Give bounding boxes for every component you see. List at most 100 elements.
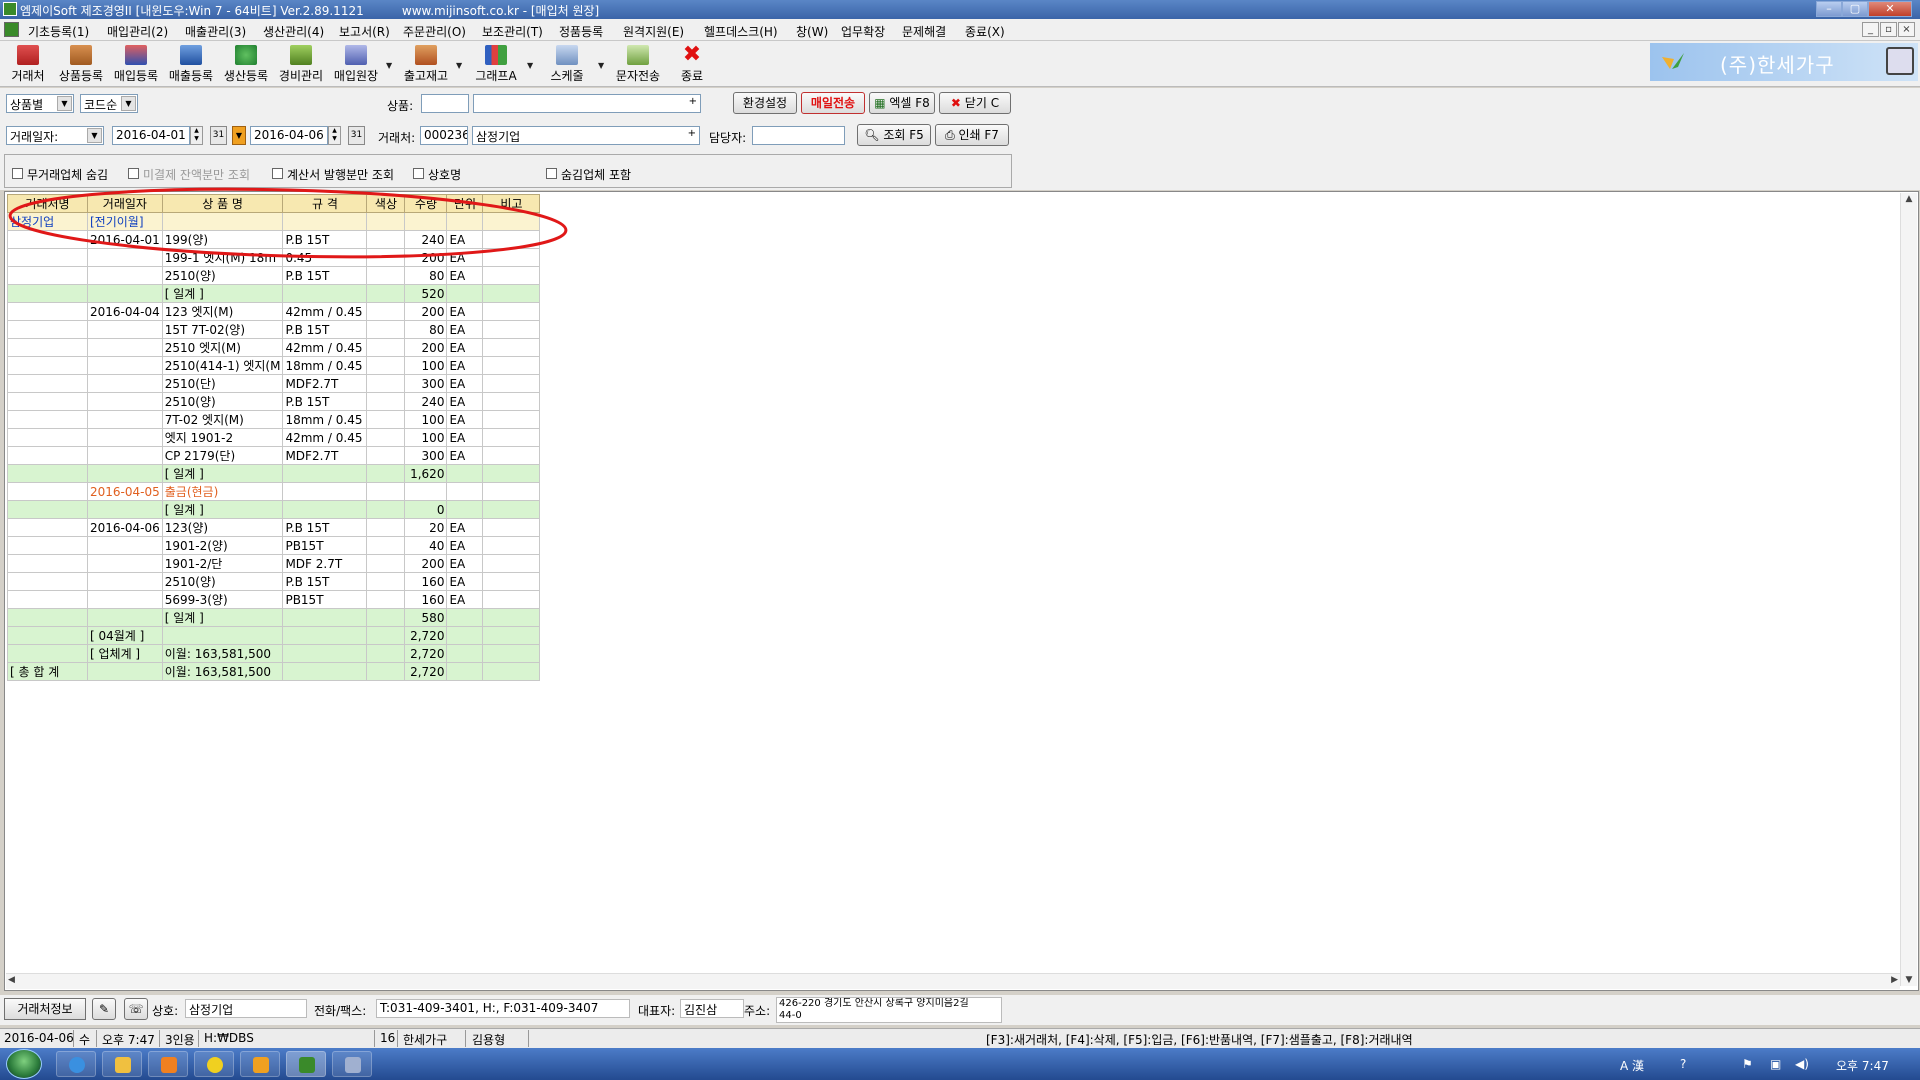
menu-remote[interactable]: 원격지원(E) <box>623 23 684 40</box>
menu-basic[interactable]: 기초등록(1) <box>28 23 89 40</box>
date-from-input[interactable]: 2016-04-01 <box>112 126 190 145</box>
toolbar-schedule-button[interactable]: 스케줄 <box>541 43 593 85</box>
taskbar-remote[interactable] <box>332 1051 372 1077</box>
taskbar-ie[interactable] <box>56 1051 96 1077</box>
table-row[interactable]: 15T 7T-02(양) P.B 15T 80 EA <box>7 320 541 339</box>
client-name-input[interactable]: 삼정기업 + <box>472 126 700 145</box>
ime-indicator[interactable]: A 漢 <box>1620 1057 1644 1074</box>
table-row[interactable]: 2510(양) P.B 15T 160 EA <box>7 572 541 591</box>
group-by-select[interactable]: 상품별 ▼ <box>6 94 74 113</box>
table-row[interactable]: 2510(단) MDF2.7T 300 EA <box>7 374 541 393</box>
help-tray-icon[interactable]: ? <box>1680 1057 1686 1071</box>
table-row[interactable]: [ 일계 ] 0 <box>7 500 541 519</box>
start-button[interactable] <box>6 1049 42 1079</box>
close-button[interactable]: ✕ <box>1868 1 1912 17</box>
table-row[interactable]: 2510(양) P.B 15T 240 EA <box>7 392 541 411</box>
table-row[interactable]: 2510 엣지(M) 42mm / 0.45 200 EA <box>7 338 541 357</box>
mdi-minimize-button[interactable]: _ <box>1862 22 1879 37</box>
table-row[interactable]: [ 총 합 계 이월: 163,581,500 2,720 <box>7 662 541 681</box>
edit-client-icon[interactable]: ✎ <box>92 998 116 1020</box>
vertical-scrollbar[interactable]: ▲ ▼ <box>1900 193 1917 986</box>
table-row[interactable]: 7T-02 엣지(M) 18mm / 0.45 100 EA <box>7 410 541 429</box>
menu-purchase[interactable]: 매입관리(2) <box>107 23 168 40</box>
date-from-spinner[interactable]: ▲ ▼ <box>190 126 203 145</box>
menu-sales[interactable]: 매출관리(3) <box>185 23 246 40</box>
toolbar-exit-button[interactable]: ✖ 종료 <box>666 43 718 85</box>
mdi-close-button[interactable]: × <box>1898 22 1915 37</box>
print-button[interactable]: ⎙ 인쇄 F7 <box>935 124 1009 146</box>
mdi-restore-button[interactable]: ▫ <box>1880 22 1897 37</box>
table-row[interactable]: [ 업체계 ] 이월: 163,581,500 2,720 <box>7 644 541 663</box>
flag-tray-icon[interactable]: ⚑ <box>1742 1057 1753 1071</box>
table-row[interactable]: 1901-2(양) PB15T 40 EA <box>7 536 541 555</box>
product-code-input[interactable] <box>421 94 469 113</box>
taskbar-media[interactable] <box>148 1051 188 1077</box>
order-by-select[interactable]: 코드순 ▼ <box>80 94 138 113</box>
taskbar-app[interactable] <box>240 1051 280 1077</box>
table-row[interactable]: [ 일계 ] 1,620 <box>7 464 541 483</box>
include-hidden-checkbox[interactable] <box>546 168 557 179</box>
business-name-checkbox[interactable] <box>413 168 424 179</box>
client-code-input[interactable]: 000236 <box>420 126 468 145</box>
toolbar-stock-button[interactable]: 출고재고 <box>400 43 452 85</box>
menu-troubleshoot[interactable]: 문제해결 <box>902 23 946 40</box>
date-type-select[interactable]: 거래일자: ▼ <box>6 126 104 145</box>
menu-helpdesk[interactable]: 헬프데스크(H) <box>704 23 778 40</box>
table-row[interactable]: 2510(양) P.B 15T 80 EA <box>7 266 541 285</box>
hide-inactive-checkbox[interactable] <box>12 168 23 179</box>
table-row[interactable]: 2016-04-06 123(양) P.B 15T 20 EA <box>7 518 541 537</box>
manager-input[interactable] <box>752 126 845 145</box>
menu-license[interactable]: 정품등록 <box>559 23 603 40</box>
table-row[interactable]: 2016-04-05 출금(현금) <box>7 482 541 501</box>
ledger-dropdown-arrow[interactable]: ▼ <box>386 61 392 70</box>
toolbar-sales-button[interactable]: 매출등록 <box>165 43 217 85</box>
network-tray-icon[interactable]: ▣ <box>1770 1057 1781 1071</box>
table-row[interactable]: 2016-04-04 123 엣지(M) 42mm / 0.45 200 EA <box>7 302 541 321</box>
table-row[interactable]: CP 2179(단) MDF2.7T 300 EA <box>7 446 541 465</box>
toolbar-client-button[interactable]: 거래처 <box>2 43 54 85</box>
toolbar-sms-button[interactable]: 문자전송 <box>612 43 664 85</box>
taskbar-chat[interactable] <box>194 1051 234 1077</box>
menu-production[interactable]: 생산관리(4) <box>263 23 324 40</box>
taskbar-explorer[interactable] <box>102 1051 142 1077</box>
toolbar-ledger-button[interactable]: 매입원장 <box>330 43 382 85</box>
table-row[interactable]: [ 일계 ] 520 <box>7 284 541 303</box>
table-row[interactable]: [ 04월계 ] 2,720 <box>7 626 541 645</box>
menu-order[interactable]: 주문관리(O) <box>403 23 466 40</box>
menu-aux[interactable]: 보조관리(T) <box>482 23 543 40</box>
toolbar-product-button[interactable]: 상품등록 <box>55 43 107 85</box>
calendar-from-icon[interactable]: 31 <box>210 126 227 145</box>
menu-window[interactable]: 창(W) <box>796 23 828 40</box>
schedule-dropdown-arrow[interactable]: ▼ <box>598 61 604 70</box>
maximize-button[interactable]: ▢ <box>1842 1 1868 17</box>
product-name-input[interactable]: + <box>473 94 701 113</box>
close-window-button[interactable]: ✖ 닫기 C <box>939 92 1011 114</box>
toolbar-graph-button[interactable]: 그래프A <box>470 43 522 85</box>
date-to-spinner[interactable]: ▲ ▼ <box>328 126 341 145</box>
env-settings-button[interactable]: 환경설정 <box>733 92 797 114</box>
invoice-only-checkbox[interactable] <box>272 168 283 179</box>
toolbar-expense-button[interactable]: 경비관리 <box>275 43 327 85</box>
search-button[interactable]: 🔍︎ 조회 F5 <box>857 124 931 146</box>
table-row[interactable]: 5699-3(양) PB15T 160 EA <box>7 590 541 609</box>
menu-extend[interactable]: 업무확장 <box>841 23 885 40</box>
stock-dropdown-arrow[interactable]: ▼ <box>456 61 462 70</box>
graph-dropdown-arrow[interactable]: ▼ <box>527 61 533 70</box>
toolbar-production-button[interactable]: 생산등록 <box>220 43 272 85</box>
client-list-icon[interactable]: ☏ <box>124 998 148 1020</box>
taskbar-erp[interactable] <box>286 1051 326 1077</box>
horizontal-scrollbar[interactable]: ◀ ▶ <box>6 973 1900 989</box>
table-row[interactable]: 1901-2/단 MDF 2.7T 200 EA <box>7 554 541 573</box>
table-row[interactable]: 엣지 1901-2 42mm / 0.45 100 EA <box>7 428 541 447</box>
taskbar-clock[interactable]: 오후 7:47 <box>1836 1057 1889 1074</box>
excel-button[interactable]: ▦ 엑셀 F8 <box>869 92 935 114</box>
toolbar-purchase-button[interactable]: 매입등록 <box>110 43 162 85</box>
client-info-button[interactable]: 거래처정보 <box>4 998 86 1020</box>
menu-exit[interactable]: 종료(X) <box>965 23 1005 40</box>
table-row[interactable]: [ 일계 ] 580 <box>7 608 541 627</box>
unpaid-only-checkbox[interactable] <box>128 168 139 179</box>
menu-report[interactable]: 보고서(R) <box>339 23 390 40</box>
volume-tray-icon[interactable]: ◀) <box>1795 1057 1809 1071</box>
calendar-to-icon[interactable]: 31 <box>348 126 365 145</box>
date-to-input[interactable]: 2016-04-06 <box>250 126 328 145</box>
